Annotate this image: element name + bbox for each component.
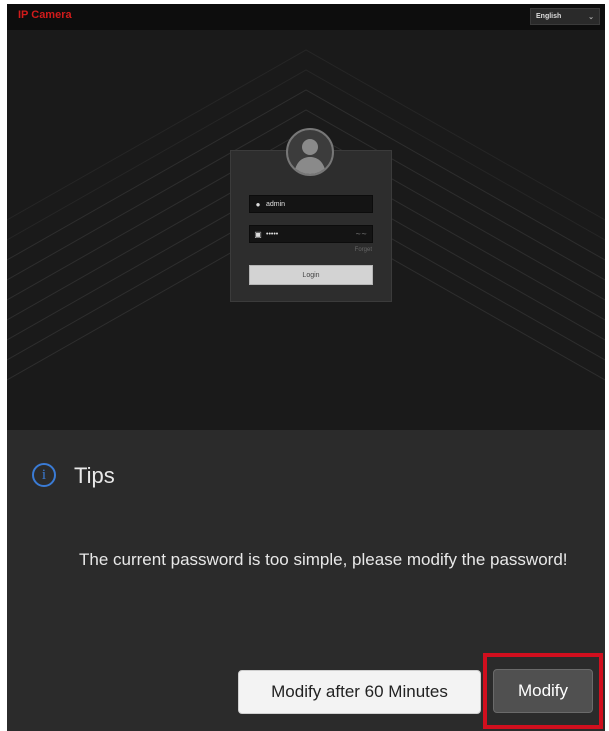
lock-icon: ▣ <box>254 229 262 239</box>
language-value: English <box>536 13 562 20</box>
tips-dialog: i Tips The current password is too simpl… <box>7 430 605 731</box>
forget-password-link[interactable]: Forget <box>355 247 372 253</box>
username-field[interactable]: ● admin <box>249 195 373 213</box>
show-password-icon[interactable]: ∼∼ <box>355 230 367 238</box>
avatar <box>286 128 334 176</box>
app-window: IP Camera English ⌄ ● admin ▣ ••••• ∼∼ F… <box>7 4 605 731</box>
user-icon: ● <box>255 199 261 209</box>
modify-button[interactable]: Modify <box>493 669 593 713</box>
top-bar: IP Camera English ⌄ <box>7 4 605 30</box>
password-field[interactable]: ▣ ••••• ∼∼ <box>249 225 373 243</box>
dialog-message: The current password is too simple, plea… <box>79 550 568 569</box>
dialog-title: Tips <box>74 463 115 488</box>
user-silhouette-icon <box>294 139 326 174</box>
login-button[interactable]: Login <box>249 265 373 285</box>
info-icon: i <box>32 463 56 487</box>
brand-logo: IP Camera <box>18 9 72 21</box>
language-select[interactable]: English ⌄ <box>530 8 600 25</box>
modify-later-button[interactable]: Modify after 60 Minutes <box>238 670 481 714</box>
chevron-down-icon: ⌄ <box>588 13 594 21</box>
password-value: ••••• <box>266 230 279 238</box>
username-value: admin <box>266 200 286 208</box>
